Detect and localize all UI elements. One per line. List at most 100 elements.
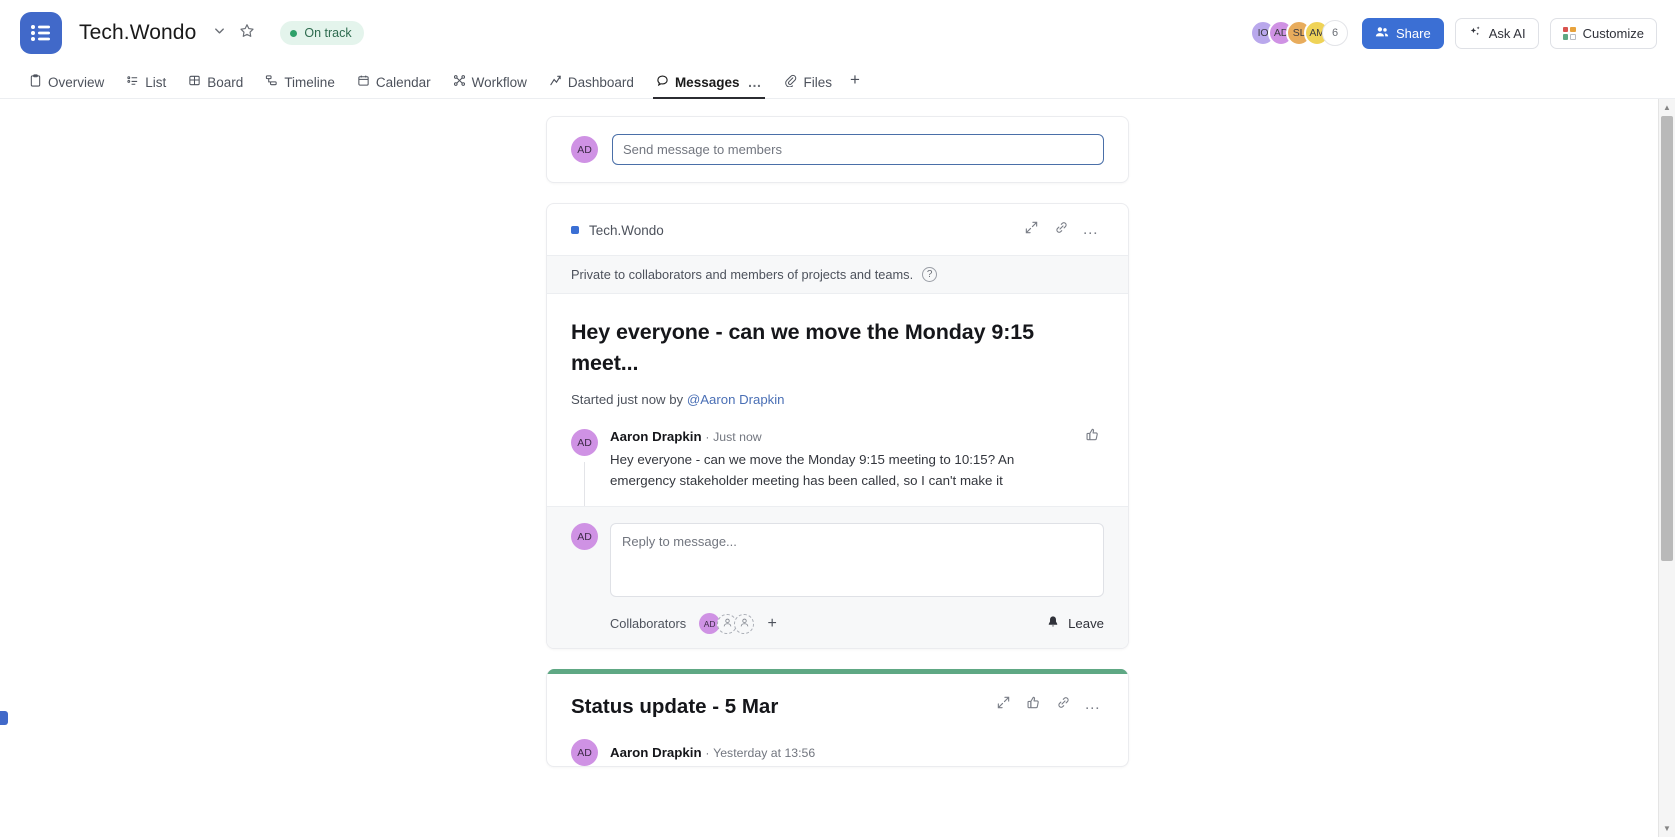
tab-label: List xyxy=(145,74,167,90)
vertical-scrollbar[interactable]: ▲ ▼ xyxy=(1658,99,1675,837)
message-composer: AD xyxy=(547,117,1128,182)
message-feed: AD Tech.Wondo … xyxy=(546,99,1129,768)
tab-label: Workflow xyxy=(471,74,527,90)
scroll-up-arrow[interactable]: ▲ xyxy=(1659,99,1675,116)
ask-ai-button-label: Ask AI xyxy=(1488,25,1526,41)
status-author-meta: Aaron Drapkin · Yesterday at 13:56 xyxy=(610,745,815,760)
collaborator-avatars: AD xyxy=(699,613,755,635)
thread-header-actions: … xyxy=(1018,217,1104,243)
add-collaborator-button[interactable]: + xyxy=(762,614,782,634)
leave-thread-label: Leave xyxy=(1068,616,1104,632)
status-card-actions: … xyxy=(990,692,1106,718)
people-icon xyxy=(1375,25,1389,42)
thread-header: Tech.Wondo … xyxy=(547,204,1128,255)
expand-icon xyxy=(996,695,1011,715)
thumbs-up-icon xyxy=(1085,427,1100,447)
thread-body: Hey everyone - can we move the Monday 9:… xyxy=(547,294,1128,407)
tab-board[interactable]: Board xyxy=(177,74,254,98)
tab-timeline[interactable]: Timeline xyxy=(254,74,346,98)
member-avatar-stack[interactable]: IO AD SL AM 6 xyxy=(1250,20,1349,46)
sidebar-peek-handle[interactable] xyxy=(0,711,8,725)
app-logo[interactable] xyxy=(20,12,62,54)
person-outline-icon xyxy=(739,615,750,633)
favorite-button[interactable] xyxy=(234,20,260,46)
ask-ai-button[interactable]: Ask AI xyxy=(1454,17,1539,49)
share-button-label: Share xyxy=(1396,25,1431,41)
thread-meta: Started just now by @Aaron Drapkin xyxy=(571,392,1104,407)
comment-avatar-column: AD xyxy=(571,429,598,507)
status-badge[interactable]: On track xyxy=(280,21,364,45)
status-card-body: Status update - 5 Mar … AD Aaron Drapkin… xyxy=(547,674,1128,767)
avatar-initials: AD xyxy=(577,436,592,449)
tab-list[interactable]: List xyxy=(115,74,177,98)
status-author-name: Aaron Drapkin xyxy=(610,745,702,761)
send-message-input[interactable] xyxy=(612,134,1104,165)
message-icon xyxy=(656,74,669,90)
copy-link-button[interactable] xyxy=(1048,217,1074,243)
chart-icon xyxy=(549,74,562,90)
view-tabbar: Overview List Board Timeline Calendar Wo… xyxy=(0,66,1675,99)
thread-title: Hey everyone - can we move the Monday 9:… xyxy=(571,320,1035,375)
expand-status-button[interactable] xyxy=(990,692,1016,718)
thread-meta-prefix: Started just now by xyxy=(571,392,684,408)
page-title: Tech.Wondo xyxy=(79,21,197,44)
customize-button-label: Customize xyxy=(1582,25,1644,41)
thread-author-mention[interactable]: @Aaron Drapkin xyxy=(687,392,785,407)
question-mark-icon[interactable]: ? xyxy=(922,267,938,282)
more-horizontal-icon: … xyxy=(1084,696,1102,714)
list-logo-icon xyxy=(30,24,52,42)
leave-thread-button[interactable]: Leave xyxy=(1046,615,1104,632)
comment-separator: · xyxy=(705,430,710,445)
thread-connector-line xyxy=(584,462,585,507)
tab-calendar[interactable]: Calendar xyxy=(346,74,442,98)
color-grid-icon xyxy=(1562,26,1576,40)
reply-row: AD xyxy=(571,523,1104,598)
timeline-icon xyxy=(265,74,278,90)
scrollbar-thumb[interactable] xyxy=(1661,116,1673,561)
thread-comment: AD Aaron Drapkin · Just now Hey everyone… xyxy=(547,407,1128,507)
tab-label: Dashboard xyxy=(567,74,634,90)
more-horizontal-icon: … xyxy=(1082,221,1100,238)
clipboard-icon xyxy=(29,74,42,90)
avatar: AD xyxy=(571,429,598,457)
like-status-button[interactable] xyxy=(1020,692,1046,718)
thread-privacy-note: Private to collaborators and members of … xyxy=(547,255,1128,294)
avatar-initials: AD xyxy=(577,746,592,759)
person-outline-icon xyxy=(722,615,733,633)
bell-icon xyxy=(1046,615,1060,632)
status-timestamp: Yesterday at 13:56 xyxy=(713,746,816,761)
tab-messages[interactable]: Messages … xyxy=(645,74,774,99)
thread-more-button[interactable]: … xyxy=(1078,217,1104,243)
share-button[interactable]: Share xyxy=(1362,17,1444,49)
privacy-note-text: Private to collaborators and members of … xyxy=(571,267,914,282)
status-badge-label: On track xyxy=(304,26,352,40)
tab-overflow-icon[interactable]: … xyxy=(747,74,762,90)
customize-button[interactable]: Customize xyxy=(1549,17,1657,49)
app-header: Tech.Wondo On track IO AD SL AM 6 Share xyxy=(0,0,1675,66)
comment-text: Hey everyone - can we move the Monday 9:… xyxy=(610,452,1015,489)
tab-dashboard[interactable]: Dashboard xyxy=(538,74,645,98)
avatar: AD xyxy=(571,739,598,767)
list-icon xyxy=(126,74,139,90)
tab-overview[interactable]: Overview xyxy=(18,74,115,98)
tab-label: Overview xyxy=(48,74,105,90)
like-comment-button[interactable] xyxy=(1080,425,1104,449)
collaborator-placeholder[interactable] xyxy=(734,613,755,634)
tab-files[interactable]: Files xyxy=(773,74,843,98)
project-dropdown-button[interactable] xyxy=(206,20,232,46)
comment-author-name: Aaron Drapkin xyxy=(610,429,702,445)
tab-label: Timeline xyxy=(284,74,335,90)
avatar-overflow-count[interactable]: 6 xyxy=(1322,20,1349,46)
main-content: AD Tech.Wondo … xyxy=(0,99,1675,837)
link-icon xyxy=(1056,695,1071,715)
status-more-button[interactable]: … xyxy=(1080,692,1106,718)
tab-workflow[interactable]: Workflow xyxy=(442,74,538,98)
tab-label: Messages xyxy=(674,74,740,90)
copy-status-link-button[interactable] xyxy=(1050,692,1076,718)
thread-project-name[interactable]: Tech.Wondo xyxy=(589,223,664,238)
avatar-initials: IO xyxy=(1257,27,1269,39)
add-view-button[interactable]: + xyxy=(843,70,867,98)
reply-input[interactable] xyxy=(610,523,1104,598)
expand-thread-button[interactable] xyxy=(1018,217,1044,243)
scroll-down-arrow[interactable]: ▼ xyxy=(1659,820,1675,837)
